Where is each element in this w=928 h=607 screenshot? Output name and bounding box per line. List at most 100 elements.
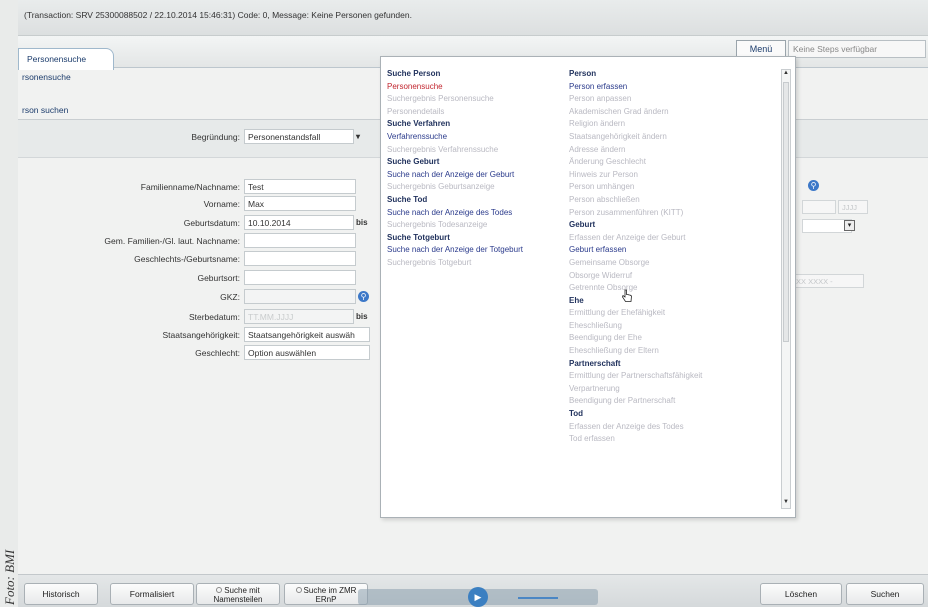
action-menu-item[interactable]: Person zusammenführen (KITT) <box>569 208 702 221</box>
radio-icon <box>295 587 302 593</box>
search-menu-item[interactable]: Suchergebnis Personensuche <box>387 94 523 107</box>
suche-namensteilen-line1: Suche mit <box>224 586 260 595</box>
search-menu-item[interactable]: Verfahrenssuche <box>387 132 523 145</box>
search-menu-item[interactable]: Suche nach der Anzeige des Todes <box>387 208 523 221</box>
action-menu-item[interactable]: Person anpassen <box>569 94 702 107</box>
action-menu-item[interactable]: Erfassen der Anzeige des Todes <box>569 422 702 435</box>
geschlecht-label: Geschlecht: <box>195 348 240 358</box>
search-group-heading: Suche Totgeburt <box>387 232 450 242</box>
search-menu-item[interactable]: Suchergebnis Verfahrenssuche <box>387 145 523 158</box>
action-menu-item[interactable]: Änderung Geschlecht <box>569 157 702 170</box>
action-menu-item[interactable]: Person abschließen <box>569 195 702 208</box>
sterbedatum-input[interactable]: TT.MM.JJJJ <box>244 309 354 324</box>
action-group-heading: Person <box>569 69 597 78</box>
action-menu-item[interactable]: Akademischen Grad ändern <box>569 107 702 120</box>
scroll-up-icon[interactable]: ▲ <box>782 70 790 79</box>
action-group-heading: Tod <box>569 409 584 419</box>
begruendung-dropdown-icon[interactable]: ▾ <box>356 132 360 141</box>
play-icon[interactable]: ▶ <box>468 587 488 607</box>
suche-zmr-line1: Suche im ZMR <box>303 586 357 595</box>
familienname-input[interactable]: Test <box>244 179 356 194</box>
sterbedatum-label: Sterbedatum: <box>188 312 240 322</box>
action-menu-item[interactable]: Staatsangehörigkeit ändern <box>569 132 702 145</box>
menu-column-search: Suche Person Personensuche Suchergebnis Pe… <box>387 69 523 271</box>
action-menu-item[interactable]: Getrennte Obsorge <box>569 283 702 296</box>
action-menu-item[interactable]: Ermittlung der Ehefähigkeit <box>569 308 702 321</box>
gem-familienname-input[interactable] <box>244 233 356 248</box>
menu-scrollbar[interactable]: ▲ ▼ <box>781 69 791 509</box>
search-group-heading: Suche Geburt <box>387 157 440 167</box>
action-menu-item[interactable]: Tod erfassen <box>569 434 702 447</box>
gkz-input[interactable] <box>244 289 356 304</box>
action-menu-item[interactable]: Eheschließung <box>569 321 702 334</box>
action-menu-item[interactable]: Hinweis zur Person <box>569 170 702 183</box>
footer-bar: Historisch Formalisiert Suche mit Namens… <box>18 574 928 607</box>
action-menu-item[interactable]: Gemeinsame Obsorge <box>569 258 702 271</box>
right-date-field-b[interactable]: JJJJ <box>838 200 868 214</box>
action-menu-item[interactable]: Erfassen der Anzeige der Geburt <box>569 233 702 246</box>
geburtsort-label: Geburtsort: <box>197 273 240 283</box>
search-menu-item[interactable]: Suche nach der Anzeige der Totgeburt <box>387 245 523 258</box>
action-menu-item[interactable]: Adresse ändern <box>569 145 702 158</box>
gkz-label: GKZ: <box>220 292 240 302</box>
action-menu-item[interactable]: Eheschließung der Eltern <box>569 346 702 359</box>
search-menu-item[interactable]: Suche nach der Anzeige der Geburt <box>387 170 523 183</box>
search-menu-item[interactable]: Suchergebnis Todesanzeige <box>387 220 523 233</box>
action-menu-item[interactable]: Obsorge Widerruf <box>569 271 702 284</box>
gem-familienname-label: Gem. Familien-/Gl. laut. Nachname: <box>104 236 240 246</box>
suche-namensteilen-button[interactable]: Suche mit Namensteilen <box>196 583 280 605</box>
media-overlay: ▶ <box>358 587 598 607</box>
radio-icon <box>216 587 223 593</box>
right-date-field-a[interactable] <box>802 200 836 214</box>
begruendung-select[interactable]: Personenstandsfall <box>244 129 354 144</box>
suchen-button[interactable]: Suchen <box>846 583 924 605</box>
action-menu-item[interactable]: Beendigung der Partnerschaft <box>569 396 702 409</box>
suche-zmr-line2: ERnP <box>315 595 337 604</box>
suche-namensteilen-line2: Namensteilen <box>213 595 263 604</box>
scroll-down-icon[interactable]: ▼ <box>782 499 790 508</box>
geburtsdatum-input[interactable]: 10.10.2014 <box>244 215 354 230</box>
search-menu-item[interactable]: Personensuche <box>387 82 523 95</box>
loeschen-button[interactable]: Löschen <box>760 583 842 605</box>
menu-column-actions: Person Person erfassen Person anpassen Akad… <box>569 69 702 447</box>
transaction-status: (Transaction: SRV 25300088502 / 22.10.20… <box>24 10 412 20</box>
geburtsdatum-label: Geburtsdatum: <box>183 218 240 228</box>
media-progress-track[interactable] <box>518 597 558 599</box>
search-menu-item[interactable]: Suchergebnis Totgeburt <box>387 258 523 271</box>
search-group-heading: Suche Verfahren <box>387 119 451 129</box>
search-menu-item[interactable]: Personendetails <box>387 107 523 120</box>
gkz-search-icon[interactable]: ⚲ <box>358 291 369 302</box>
action-menu-item[interactable]: Person erfassen <box>569 82 702 95</box>
action-menu-item[interactable]: Geburt erfassen <box>569 245 702 258</box>
action-menu-item[interactable]: Verpartnerung <box>569 384 702 397</box>
search-group-heading: Suche Person <box>387 69 441 78</box>
suche-zmr-button[interactable]: Suche im ZMR ERnP <box>284 583 368 605</box>
geschlechtsname-label: Geschlechts-/Geburtsname: <box>134 254 240 264</box>
steps-select[interactable]: Keine Steps verfügbar <box>788 40 926 58</box>
right-search-icon[interactable]: ⚲ <box>808 180 819 191</box>
scroll-thumb[interactable] <box>783 82 789 342</box>
staatsangehoerigkeit-select[interactable]: Staatsangehörigkeit auswäh <box>244 327 370 342</box>
historisch-button[interactable]: Historisch <box>24 583 98 605</box>
familienname-label: Familienname/Nachname: <box>140 182 240 192</box>
geschlechtsname-input[interactable] <box>244 251 356 266</box>
navigation-menu-popup: Suche Person Personensuche Suchergebnis Pe… <box>380 56 796 518</box>
action-group-heading: Geburt <box>569 220 596 230</box>
right-select-dropdown-icon[interactable]: ▾ <box>844 220 855 231</box>
tab-personensuche[interactable]: Personensuche <box>18 48 114 70</box>
app-window: (Transaction: SRV 25300088502 / 22.10.20… <box>18 0 928 607</box>
begruendung-label: Begründung: <box>191 132 240 142</box>
action-group-heading: Ehe <box>569 295 584 305</box>
vorname-input[interactable]: Max <box>244 196 356 211</box>
breadcrumb: rsonensuche <box>22 72 71 82</box>
action-menu-item[interactable]: Ermittlung der Partnerschaftsfähigkeit <box>569 371 702 384</box>
vorname-label: Vorname: <box>203 199 240 209</box>
search-menu-item[interactable]: Suchergebnis Geburtsanzeige <box>387 182 523 195</box>
action-menu-item[interactable]: Person umhängen <box>569 182 702 195</box>
geburtsort-input[interactable] <box>244 270 356 285</box>
geschlecht-select[interactable]: Option auswählen <box>244 345 370 360</box>
title-bar: (Transaction: SRV 25300088502 / 22.10.20… <box>18 0 928 36</box>
formalisiert-button[interactable]: Formalisiert <box>110 583 194 605</box>
action-menu-item[interactable]: Beendigung der Ehe <box>569 333 702 346</box>
action-menu-item[interactable]: Religion ändern <box>569 119 702 132</box>
